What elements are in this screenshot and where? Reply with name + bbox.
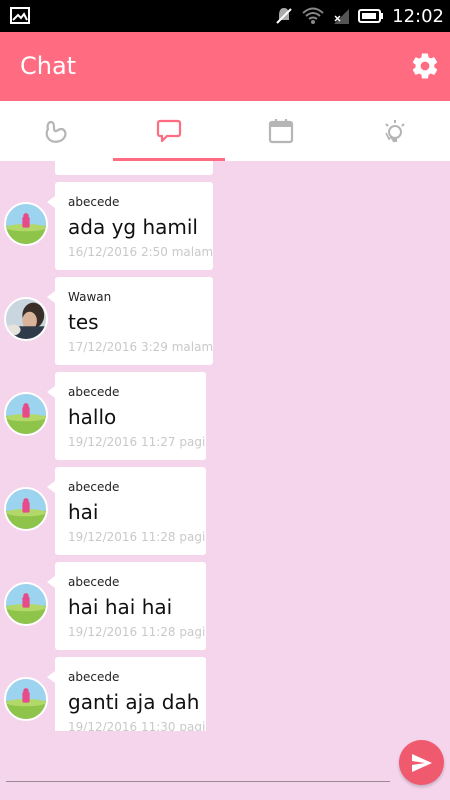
message-bubble: abecede hai 19/12/2016 11:28 pagi bbox=[47, 467, 206, 555]
send-button[interactable] bbox=[399, 740, 444, 785]
input-underline bbox=[6, 781, 390, 782]
field-avatar-icon bbox=[6, 204, 46, 244]
message-sender: abecede bbox=[68, 575, 120, 589]
message-text: tes bbox=[68, 310, 99, 334]
message-text: ada yg hamil bbox=[68, 215, 198, 239]
photo-avatar-icon bbox=[6, 299, 46, 339]
message-timestamp: 16/12/2016 2:50 malam bbox=[68, 245, 214, 259]
avatar[interactable] bbox=[4, 392, 48, 436]
signal-icon bbox=[334, 9, 350, 24]
notification-off-icon bbox=[276, 8, 292, 24]
avatar[interactable] bbox=[4, 487, 48, 531]
message-bubble: abecede hai hai hai 19/12/2016 11:28 pag… bbox=[47, 562, 206, 650]
partial-message-bubble bbox=[55, 161, 213, 175]
message-item[interactable]: abecede ada yg hamil 16/12/2016 2:50 mal… bbox=[0, 182, 450, 270]
status-bar: 12:02 bbox=[0, 0, 450, 32]
chat-message-list[interactable]: abecede ada yg hamil 16/12/2016 2:50 mal… bbox=[0, 161, 450, 731]
tab-profile[interactable] bbox=[0, 101, 113, 161]
send-icon bbox=[411, 753, 432, 772]
message-item[interactable]: abecede ganti aja dah 19/12/2016 11:30 p… bbox=[0, 657, 450, 731]
message-bubble: abecede hallo 19/12/2016 11:27 pagi bbox=[47, 372, 206, 460]
page-title: Chat bbox=[20, 52, 77, 80]
message-item[interactable]: abecede hai 19/12/2016 11:28 pagi bbox=[0, 467, 450, 555]
profile-icon bbox=[45, 120, 67, 143]
message-bubble: abecede ganti aja dah 19/12/2016 11:30 p… bbox=[47, 657, 206, 731]
avatar[interactable] bbox=[4, 677, 48, 721]
settings-gear-icon[interactable] bbox=[410, 51, 440, 81]
app-bar: Chat bbox=[0, 32, 450, 101]
avatar[interactable] bbox=[4, 297, 48, 341]
message-text: hallo bbox=[68, 405, 117, 429]
avatar[interactable] bbox=[4, 202, 48, 246]
message-input[interactable] bbox=[6, 745, 390, 779]
message-sender: Wawan bbox=[68, 290, 112, 304]
field-avatar-icon bbox=[6, 489, 46, 529]
message-sender: abecede bbox=[68, 670, 120, 684]
wifi-icon bbox=[302, 7, 324, 24]
field-avatar-icon bbox=[6, 584, 46, 624]
message-timestamp: 17/12/2016 3:29 malam bbox=[68, 340, 214, 354]
message-text: hai hai hai bbox=[68, 595, 173, 619]
status-clock: 12:02 bbox=[392, 5, 444, 27]
message-text: ganti aja dah bbox=[68, 690, 200, 714]
message-bubble: abecede ada yg hamil 16/12/2016 2:50 mal… bbox=[47, 182, 214, 270]
message-timestamp: 19/12/2016 11:28 pagi bbox=[68, 625, 206, 639]
tab-calendar[interactable] bbox=[225, 101, 338, 161]
gallery-notification-icon bbox=[10, 7, 30, 24]
tab-bar bbox=[0, 101, 450, 161]
calendar-icon bbox=[269, 119, 294, 144]
message-sender: abecede bbox=[68, 195, 120, 209]
tab-chat[interactable] bbox=[112, 101, 225, 161]
chat-icon bbox=[156, 119, 181, 143]
message-bubble: Wawan tes 17/12/2016 3:29 malam bbox=[47, 277, 214, 365]
message-timestamp: 19/12/2016 11:27 pagi bbox=[68, 435, 206, 449]
message-item[interactable]: abecede hai hai hai 19/12/2016 11:28 pag… bbox=[0, 562, 450, 650]
lightbulb-icon bbox=[385, 120, 405, 143]
message-timestamp: 19/12/2016 11:30 pagi bbox=[68, 720, 206, 731]
avatar[interactable] bbox=[4, 582, 48, 626]
message-text: hai bbox=[68, 500, 99, 524]
tab-tips[interactable] bbox=[338, 101, 450, 161]
field-avatar-icon bbox=[6, 394, 46, 434]
battery-icon bbox=[358, 9, 384, 23]
message-timestamp: 19/12/2016 11:28 pagi bbox=[68, 530, 206, 544]
message-item[interactable]: Wawan tes 17/12/2016 3:29 malam bbox=[0, 277, 450, 365]
field-avatar-icon bbox=[6, 679, 46, 719]
message-item[interactable]: abecede hallo 19/12/2016 11:27 pagi bbox=[0, 372, 450, 460]
message-sender: abecede bbox=[68, 385, 120, 399]
message-sender: abecede bbox=[68, 480, 120, 494]
